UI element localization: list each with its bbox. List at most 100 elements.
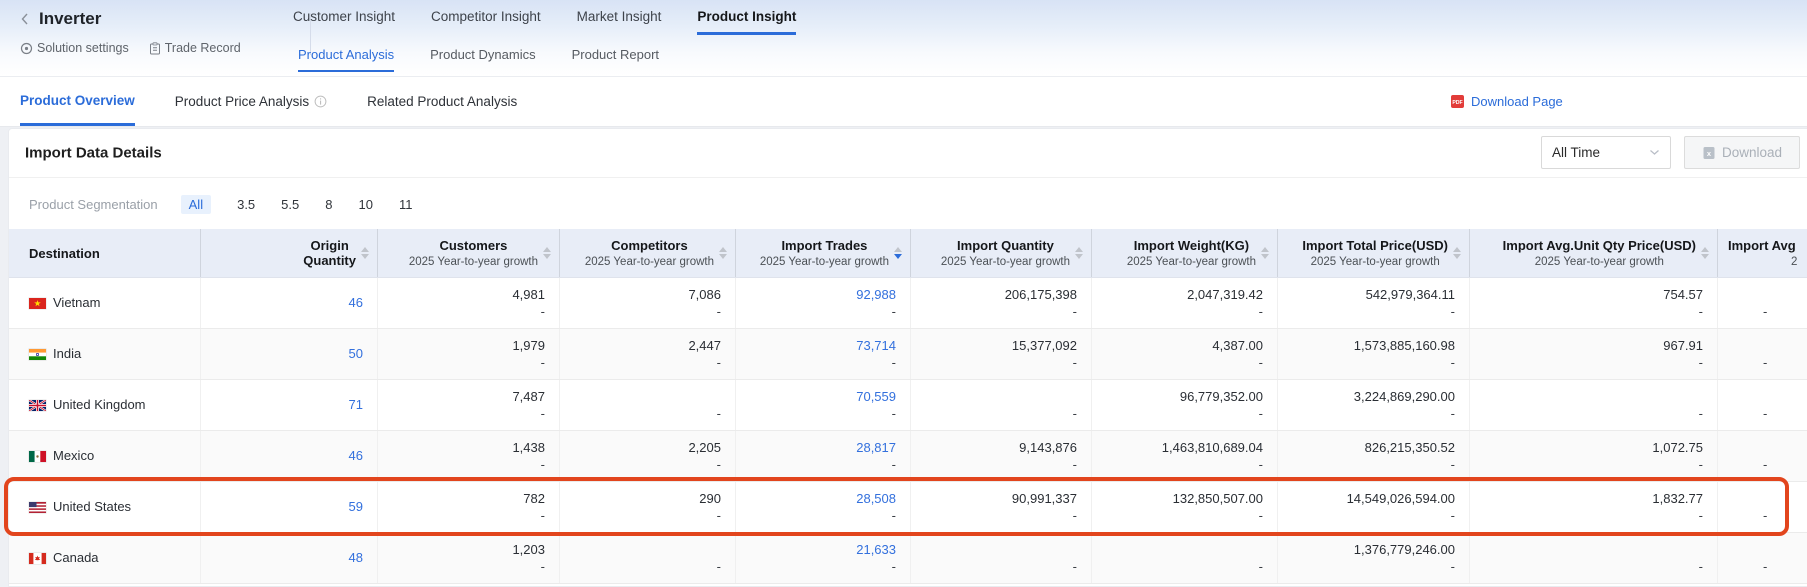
download-page-link[interactable]: PDF Download Page (1450, 77, 1563, 126)
download-button[interactable]: x Download (1684, 136, 1800, 169)
cell-value[interactable]: 48 (349, 549, 363, 567)
back-button[interactable] (20, 12, 29, 26)
chevron-down-icon (1649, 149, 1660, 156)
sort-carets-icon[interactable] (1453, 247, 1461, 259)
sort-carets-icon[interactable] (1701, 247, 1709, 259)
cell-value: 754.57 (1663, 286, 1703, 304)
cell-value: 782 (523, 490, 545, 508)
column-subtitle: 2025 Year-to-year growth (409, 255, 538, 269)
destination-cell[interactable]: India (9, 329, 201, 379)
cell-value[interactable]: 70,559 (856, 388, 896, 406)
back-chevron-icon (20, 12, 29, 26)
cell-value[interactable]: 59 (349, 498, 363, 516)
segment-option-11[interactable]: 11 (399, 197, 413, 212)
cell-value[interactable]: 71 (349, 396, 363, 414)
cell-value: 1,376,779,246.00 (1354, 541, 1455, 559)
import-data-panel: Import Data Details All Time x Download … (8, 128, 1807, 587)
sort-carets-icon[interactable] (361, 247, 369, 259)
table-row-india: India501,979-2,447-73,714-15,377,092-4,3… (9, 329, 1807, 380)
tab-competitor-insight[interactable]: Competitor Insight (431, 9, 541, 35)
cell-growth: - (717, 303, 721, 321)
page-nav-items: Product Overview Product Price Analysis Re… (20, 77, 517, 126)
cell-customers: 4,981- (378, 278, 560, 328)
cell-growth: - (1073, 507, 1077, 525)
cell-growth: - (892, 354, 896, 372)
cell-growth: - (541, 303, 545, 321)
subtab-product-analysis[interactable]: Product Analysis (298, 47, 394, 72)
tab-customer-insight[interactable]: Customer Insight (293, 9, 395, 35)
import-data-table: DestinationOriginQuantityCustomers2025 Y… (9, 229, 1807, 584)
trade-record-button[interactable]: Trade Record (149, 41, 241, 55)
cell-value: 1,438 (512, 439, 545, 457)
destination-cell[interactable]: United States (9, 482, 201, 532)
cell-import-avg: - (1718, 380, 1807, 430)
nav-item-product-price-analysis[interactable]: Product Price Analysis (175, 77, 327, 126)
sort-carets-icon[interactable] (543, 247, 551, 259)
segment-option-8[interactable]: 8 (325, 197, 332, 212)
column-header-import-avg-unit-qty-price-usd[interactable]: Import Avg.Unit Qty Price(USD)2025 Year-… (1470, 229, 1718, 277)
sort-asc-icon (894, 247, 902, 252)
tab-product-insight[interactable]: Product Insight (697, 9, 796, 35)
nav-item-related-product-analysis[interactable]: Related Product Analysis (367, 77, 517, 126)
cell-competitors: 7,086- (560, 278, 736, 328)
cell-growth: - (892, 456, 896, 474)
cell-value[interactable]: 21,633 (856, 541, 896, 559)
cell-origin-quantity: 46 (201, 431, 378, 481)
cell-value[interactable]: 50 (349, 345, 363, 363)
cell-value (1763, 337, 1767, 355)
destination-cell[interactable]: Vietnam (9, 278, 201, 328)
column-header-origin-quantity[interactable]: OriginQuantity (201, 229, 378, 277)
cell-value[interactable]: 92,988 (856, 286, 896, 304)
cell-growth: - (1699, 456, 1703, 474)
sort-asc-icon (361, 247, 369, 252)
info-icon[interactable] (314, 95, 327, 108)
solution-settings-button[interactable]: Solution settings (20, 41, 129, 55)
time-filter-select[interactable]: All Time (1541, 136, 1671, 169)
cell-growth: - (1073, 558, 1077, 576)
tab-market-insight[interactable]: Market Insight (577, 9, 662, 35)
cell-growth: - (717, 354, 721, 372)
segment-option-3-5[interactable]: 3.5 (237, 197, 255, 212)
flag-icon-in (29, 349, 46, 360)
column-header-import-weight-kg[interactable]: Import Weight(KG)2025 Year-to-year growt… (1092, 229, 1278, 277)
cell-value (1763, 541, 1767, 559)
cell-value[interactable]: 28,817 (856, 439, 896, 457)
column-header-customers[interactable]: Customers2025 Year-to-year growth (378, 229, 560, 277)
cell-value: 1,573,885,160.98 (1354, 337, 1455, 355)
nav-item-product-overview[interactable]: Product Overview (20, 77, 135, 126)
destination-cell[interactable]: Mexico (9, 431, 201, 481)
column-header-competitors[interactable]: Competitors2025 Year-to-year growth (560, 229, 736, 277)
cell-value: 14,549,026,594.00 (1347, 490, 1455, 508)
column-header-import-avg: Import Avg2 (1718, 229, 1807, 277)
segment-option-10[interactable]: 10 (358, 197, 372, 212)
sort-carets-icon[interactable] (719, 247, 727, 259)
destination-cell[interactable]: United Kingdom (9, 380, 201, 430)
segment-option-all[interactable]: All (181, 195, 211, 214)
column-header-import-total-price-usd[interactable]: Import Total Price(USD)2025 Year-to-year… (1278, 229, 1470, 277)
column-label: Origin (310, 238, 348, 253)
cell-value[interactable]: 46 (349, 447, 363, 465)
top-navigation: Inverter Solution settingsTrade Record C… (0, 0, 1807, 77)
cell-competitors: 2,447- (560, 329, 736, 379)
cell-origin-quantity: 48 (201, 533, 378, 583)
cell-value[interactable]: 73,714 (856, 337, 896, 355)
cell-import-trades: 73,714- (736, 329, 911, 379)
cell-growth: - (717, 558, 721, 576)
sort-carets-icon[interactable] (894, 247, 902, 259)
column-label: Import Avg.Unit Qty Price(USD) (1503, 238, 1696, 253)
column-header-import-quantity[interactable]: Import Quantity2025 Year-to-year growth (911, 229, 1092, 277)
cell-value[interactable]: 46 (349, 294, 363, 312)
subtab-product-report[interactable]: Product Report (572, 47, 659, 72)
cell-value: 2,447 (688, 337, 721, 355)
column-subtitle: 2025 Year-to-year growth (585, 255, 714, 269)
sort-carets-icon[interactable] (1075, 247, 1083, 259)
svg-text:PDF: PDF (1452, 100, 1462, 106)
column-header-import-trades[interactable]: Import Trades2025 Year-to-year growth (736, 229, 911, 277)
segment-option-5-5[interactable]: 5.5 (281, 197, 299, 212)
subtab-product-dynamics[interactable]: Product Dynamics (430, 47, 535, 72)
cell-value: 9,143,876 (1019, 439, 1077, 457)
column-subtitle: 2025 Year-to-year growth (760, 255, 889, 269)
destination-cell[interactable]: Canada (9, 533, 201, 583)
sort-carets-icon[interactable] (1261, 247, 1269, 259)
cell-value[interactable]: 28,508 (856, 490, 896, 508)
